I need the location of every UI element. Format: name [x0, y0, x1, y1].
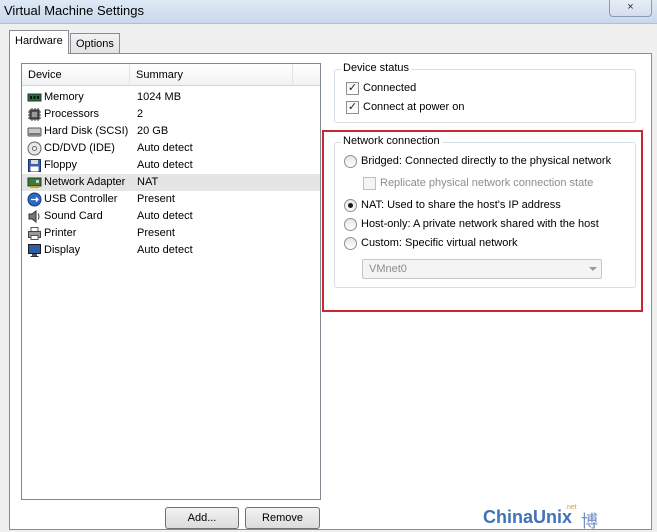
- device-row-sound-card[interactable]: Sound Card Auto detect: [22, 208, 320, 225]
- device-name: USB Controller: [44, 193, 118, 205]
- device-name: Network Adapter: [44, 176, 126, 188]
- connect-at-power-on-label: Connect at power on: [363, 101, 465, 113]
- column-header-device[interactable]: Device: [22, 64, 130, 86]
- tab-hardware-label: Hardware: [15, 35, 63, 47]
- device-row-usb-controller[interactable]: USB Controller Present: [22, 191, 320, 208]
- device-row-memory[interactable]: Memory 1024 MB: [22, 89, 320, 106]
- device-row-network-adapter[interactable]: Network Adapter NAT: [22, 174, 320, 191]
- device-summary: Present: [137, 227, 175, 239]
- device-summary: NAT: [137, 176, 159, 188]
- chinaunix-watermark: ChinaUnix .net 博客: [483, 504, 598, 531]
- checkbox-checked-icon: ✓: [346, 82, 359, 95]
- device-row-processors[interactable]: Processors 2: [22, 106, 320, 123]
- close-button[interactable]: ×: [609, 0, 652, 17]
- device-summary: Auto detect: [137, 244, 193, 256]
- device-summary: Present: [137, 193, 175, 205]
- device-summary: 20 GB: [137, 125, 169, 137]
- display-icon: [28, 244, 41, 257]
- processor-icon: [28, 108, 41, 121]
- usb-icon: [27, 192, 42, 207]
- device-name: Hard Disk (SCSI): [44, 125, 129, 137]
- device-name: CD/DVD (IDE): [44, 142, 115, 154]
- device-name: Sound Card: [44, 210, 103, 222]
- cd-dvd-icon: [27, 141, 42, 156]
- memory-icon: [27, 93, 42, 102]
- device-list[interactable]: Device Summary Memory 1024 MB Processors…: [21, 63, 321, 500]
- floppy-icon: [28, 159, 41, 172]
- device-summary: 1024 MB: [137, 91, 182, 103]
- watermark-cn: 博客: [581, 512, 598, 531]
- device-name: Memory: [44, 91, 84, 103]
- device-name: Printer: [44, 227, 77, 239]
- device-summary: Auto detect: [137, 159, 193, 171]
- network-adapter-icon: [27, 177, 42, 188]
- sound-card-icon: [28, 210, 40, 223]
- title-bar: Virtual Machine Settings ×: [0, 0, 657, 24]
- connected-label: Connected: [363, 82, 417, 94]
- column-header-summary[interactable]: Summary: [130, 64, 293, 86]
- device-name: Display: [44, 244, 81, 256]
- device-row-printer[interactable]: Printer Present: [22, 225, 320, 242]
- watermark-brand: ChinaUnix: [483, 507, 573, 527]
- checkbox-checked-icon: ✓: [346, 101, 359, 114]
- add-button[interactable]: Add...: [165, 507, 239, 529]
- device-row-display[interactable]: Display Auto detect: [22, 242, 320, 259]
- device-row-cd-dvd[interactable]: CD/DVD (IDE) Auto detect: [22, 140, 320, 157]
- device-summary: Auto detect: [137, 142, 193, 154]
- device-name: Processors: [44, 108, 100, 120]
- tab-hardware[interactable]: Hardware: [9, 30, 69, 54]
- printer-icon: [28, 227, 41, 240]
- device-row-floppy[interactable]: Floppy Auto detect: [22, 157, 320, 174]
- device-name: Floppy: [44, 159, 78, 171]
- highlight-box: [322, 130, 643, 312]
- device-row-hard-disk[interactable]: Hard Disk (SCSI) 20 GB: [22, 123, 320, 140]
- device-summary: 2: [137, 108, 144, 120]
- device-list-header: Device Summary: [22, 64, 320, 86]
- watermark-tld: .net: [565, 504, 577, 511]
- tab-options-label: Options: [76, 38, 114, 50]
- tab-options[interactable]: Options: [70, 33, 120, 53]
- device-summary: Auto detect: [137, 210, 193, 222]
- remove-button[interactable]: Remove: [245, 507, 320, 529]
- device-status-title: Device status: [341, 62, 412, 74]
- hard-disk-icon: [27, 127, 42, 137]
- close-icon: ×: [627, 1, 634, 13]
- window-title: Virtual Machine Settings: [4, 3, 144, 18]
